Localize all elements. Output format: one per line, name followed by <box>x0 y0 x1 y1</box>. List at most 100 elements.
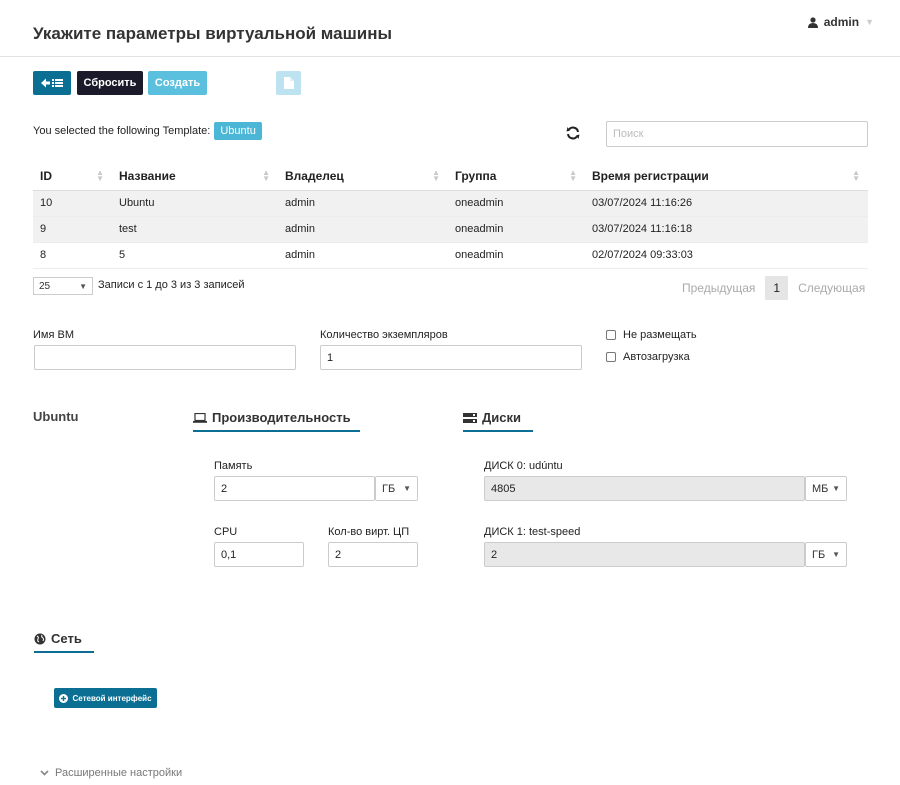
column-header-id[interactable]: ID ▲ ▼ <box>33 162 112 191</box>
next-page-button[interactable]: Следующая <box>798 281 865 295</box>
cell-group: oneadmin <box>448 242 585 269</box>
back-list-icon <box>41 78 63 88</box>
refresh-icon[interactable] <box>566 126 580 140</box>
user-name: admin <box>823 15 860 29</box>
cell-owner: admin <box>278 190 448 217</box>
user-icon <box>807 16 818 28</box>
page-size-value: 25 <box>39 280 51 292</box>
cell-id: 9 <box>33 216 112 243</box>
cell-id: 10 <box>33 190 112 217</box>
cell-name: test <box>112 216 278 243</box>
instances-input[interactable]: 1 <box>320 345 582 370</box>
globe-icon <box>34 633 46 644</box>
disk1-label: ДИСК 1: test-speed <box>484 526 581 538</box>
cell-group: oneadmin <box>448 190 585 217</box>
cpu-label: CPU <box>214 526 238 538</box>
vcpu-input[interactable]: 2 <box>328 542 418 567</box>
tab-performance[interactable]: Производительность <box>193 410 360 432</box>
page-size-select[interactable]: 25 ▼ <box>33 277 93 295</box>
sort-icon: ▲ ▼ <box>852 168 860 183</box>
tab-network-label: Сеть <box>51 631 82 646</box>
records-info: Записи с 1 до 3 из 3 записей <box>98 279 245 291</box>
tab-performance-label: Производительность <box>212 410 351 425</box>
back-button[interactable] <box>33 71 71 95</box>
cell-registration-time: 03/07/2024 11:16:18 <box>585 216 868 243</box>
selected-template-text: You selected the following Template: <box>33 125 211 137</box>
create-button[interactable]: Создать <box>148 71 207 95</box>
search-input[interactable] <box>606 121 868 147</box>
vcpu-label: Кол-во вирт. ЦП <box>328 526 410 538</box>
checkbox-box[interactable] <box>606 330 616 340</box>
dropdown-arrow-icon: ▼ <box>79 281 87 291</box>
table-row[interactable]: 9 test admin oneadmin 03/07/2024 11:16:1… <box>33 216 868 243</box>
selected-template-badge: Ubuntu <box>214 122 262 140</box>
memory-unit-select[interactable]: ГБ ▼ <box>375 476 418 501</box>
advanced-settings-label: Расширенные настройки <box>55 767 183 779</box>
cell-owner: admin <box>278 242 448 269</box>
checkbox-box[interactable] <box>606 352 616 362</box>
column-header-group[interactable]: Группа ▲ ▼ <box>448 162 585 191</box>
file-icon <box>283 77 294 89</box>
table-row[interactable]: 8 5 admin oneadmin 02/07/2024 09:33:03 <box>33 242 868 269</box>
column-header-registration-time[interactable]: Время регистрации ▲ ▼ <box>585 162 868 191</box>
dropdown-arrow-icon: ▼ <box>403 484 411 493</box>
dropdown-arrow-icon: ▼ <box>832 550 840 559</box>
cell-registration-time: 03/07/2024 11:16:26 <box>585 190 868 217</box>
user-menu[interactable]: admin ▼ <box>807 15 874 29</box>
instances-label: Количество экземпляров <box>320 329 448 341</box>
column-header-name[interactable]: Название ▲ ▼ <box>112 162 278 191</box>
template-name-heading: Ubuntu <box>33 409 79 424</box>
tab-disks-label: Диски <box>482 410 521 425</box>
selected-template-line: You selected the following Template: Ubu… <box>33 122 262 140</box>
page-number-button[interactable]: 1 <box>765 276 789 300</box>
table-header-row: ID ▲ ▼ Название ▲ ▼ Владелец ▲ ▼ Группа ▲ ▼ Врем… <box>33 162 868 191</box>
hold-label: Не размещать <box>623 329 697 341</box>
disk0-unit-select[interactable]: МБ ▼ <box>805 476 847 501</box>
autostart-label: Автозагрузка <box>623 351 690 363</box>
add-network-interface-button[interactable]: Сетевой интерфейс <box>54 688 157 708</box>
cpu-input[interactable]: 0,1 <box>214 542 304 567</box>
disk-icon <box>463 412 477 423</box>
tab-disks[interactable]: Диски <box>463 410 533 432</box>
cell-registration-time: 02/07/2024 09:33:03 <box>585 242 868 269</box>
autostart-checkbox[interactable]: Автозагрузка <box>606 351 690 363</box>
templates-table: ID ▲ ▼ Название ▲ ▼ Владелец ▲ ▼ Группа ▲ ▼ Врем… <box>33 162 868 269</box>
chevron-down-icon <box>40 770 49 776</box>
memory-label: Память <box>214 460 253 472</box>
reset-button[interactable]: Сбросить <box>77 71 143 95</box>
vm-name-input[interactable] <box>34 345 296 370</box>
plus-circle-icon <box>59 693 69 703</box>
prev-page-button[interactable]: Предыдущая <box>682 281 755 295</box>
hold-checkbox[interactable]: Не размещать <box>606 329 697 341</box>
cell-name: Ubuntu <box>112 190 278 217</box>
cell-id: 8 <box>33 242 112 269</box>
disk0-unit-value: МБ <box>812 482 829 495</box>
tab-network[interactable]: Сеть <box>34 631 94 653</box>
table-row[interactable]: 10 Ubuntu admin oneadmin 03/07/2024 11:1… <box>33 190 868 217</box>
page-title: Укажите параметры виртуальной машины <box>33 24 393 43</box>
dropdown-arrow-icon: ▼ <box>832 484 840 493</box>
memory-unit-value: ГБ <box>382 482 396 495</box>
sort-icon: ▲ ▼ <box>569 168 577 183</box>
disk1-unit-value: ГБ <box>812 548 826 561</box>
disk1-size-input[interactable]: 2 <box>484 542 805 567</box>
disk0-label: ДИСК 0: udúntu <box>484 460 563 472</box>
cell-group: oneadmin <box>448 216 585 243</box>
sort-icon: ▲ ▼ <box>96 168 104 183</box>
vm-name-label: Имя ВМ <box>33 329 74 341</box>
cell-name: 5 <box>112 242 278 269</box>
sort-icon: ▲ ▼ <box>262 168 270 183</box>
pagination: Предыдущая 1 Следующая <box>682 276 865 300</box>
memory-input[interactable]: 2 <box>214 476 375 501</box>
laptop-icon <box>193 412 207 423</box>
template-file-button[interactable] <box>276 71 301 95</box>
chevron-down-icon: ▼ <box>865 17 874 27</box>
add-network-interface-label: Сетевой интерфейс <box>72 693 152 703</box>
disk0-size-input[interactable]: 4805 <box>484 476 805 501</box>
header-divider <box>0 56 900 57</box>
sort-icon: ▲ ▼ <box>432 168 440 183</box>
cell-owner: admin <box>278 216 448 243</box>
column-header-owner[interactable]: Владелец ▲ ▼ <box>278 162 448 191</box>
disk1-unit-select[interactable]: ГБ ▼ <box>805 542 847 567</box>
advanced-settings-toggle[interactable]: Расширенные настройки <box>40 767 182 779</box>
